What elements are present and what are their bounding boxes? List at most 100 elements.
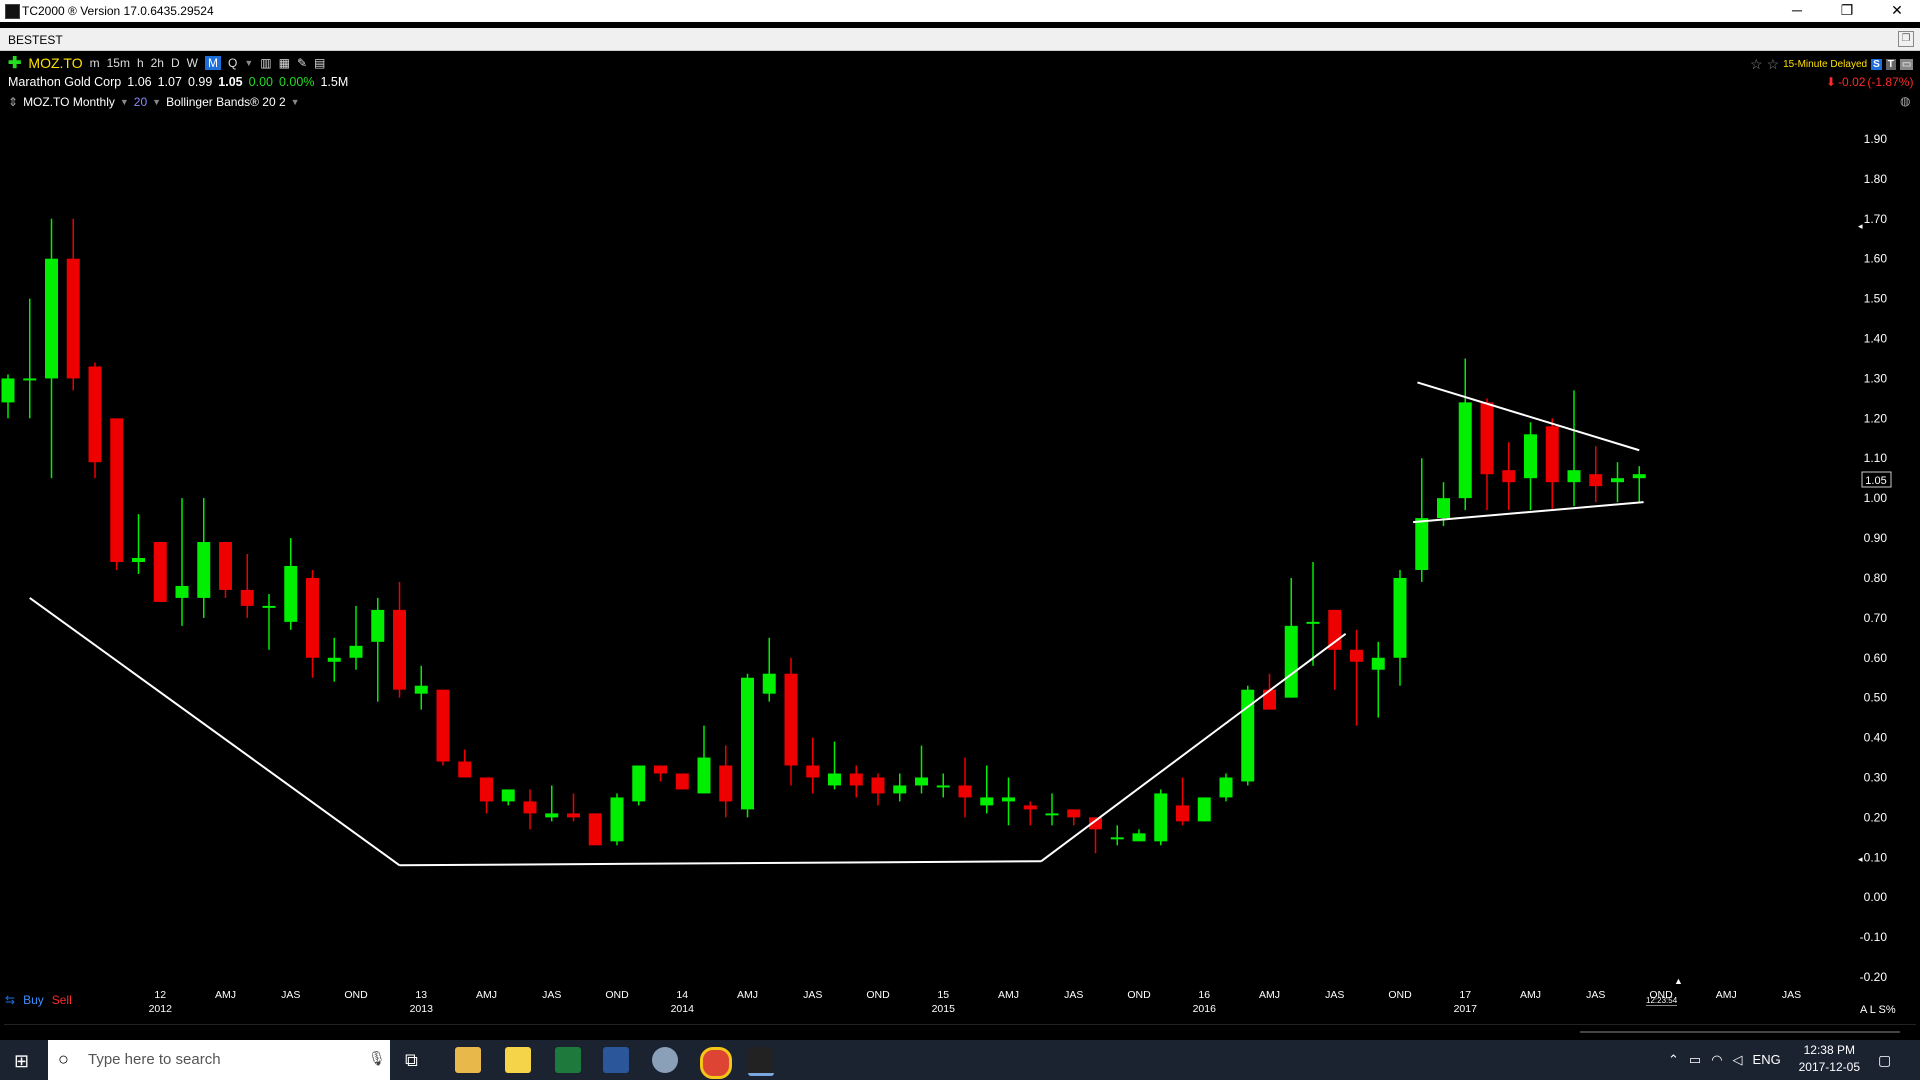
candle-body[interactable] [197,542,211,598]
scroll-up-icon[interactable]: ▲ [1674,976,1683,986]
candle-body[interactable] [1002,797,1015,802]
candle-body[interactable] [849,773,863,786]
candle-body[interactable] [1263,689,1276,710]
candle-body[interactable] [23,378,37,381]
scroll-thumb[interactable] [1580,1031,1900,1033]
candle-body[interactable] [458,761,472,778]
candle-body[interactable] [1371,657,1385,670]
candle-body[interactable] [1502,470,1516,483]
candle-body[interactable] [1589,474,1603,487]
candle-body[interactable] [893,785,907,794]
candle-body[interactable] [1306,621,1320,624]
candle-body[interactable] [697,757,711,794]
candle-body[interactable] [980,797,994,806]
excel-icon[interactable] [555,1047,581,1073]
candle-body[interactable] [1480,402,1494,475]
candle-body[interactable] [719,765,733,802]
taskbar-search[interactable]: ○ Type here to search 🎙 [48,1040,390,1080]
tc2000-taskbar-icon[interactable] [748,1047,774,1076]
candle-body[interactable] [240,589,254,606]
candle-body[interactable] [501,789,515,802]
candle-body[interactable] [1197,797,1211,822]
candle-body[interactable] [1458,402,1472,499]
trade-icon[interactable]: ⇆ [5,993,15,1007]
candle-body[interactable] [393,609,406,690]
candle-body[interactable] [1,378,15,403]
sell-button[interactable]: Sell [52,993,72,1007]
candle-body[interactable] [1350,649,1363,662]
candle-body[interactable] [1067,809,1081,818]
candle-body[interactable] [436,689,450,762]
clock[interactable]: 12:38 PM 2017-12-05 [1799,1043,1860,1074]
candle-body[interactable] [828,773,841,786]
candle-body[interactable] [327,657,341,662]
candle-body[interactable] [632,765,646,802]
candle-body[interactable] [610,797,624,842]
candle-body[interactable] [1154,793,1168,842]
candle-body[interactable] [523,801,537,814]
microphone-icon[interactable]: 🎙 [368,1050,386,1067]
candle-body[interactable] [1567,470,1581,483]
candle-body[interactable] [88,366,102,463]
task-view-icon[interactable]: ⧉ [405,1050,418,1071]
candle-body[interactable] [762,673,776,694]
candle-body[interactable] [284,565,298,622]
candle-body[interactable] [262,605,276,608]
candle-body[interactable] [936,785,950,788]
candle-body[interactable] [654,765,667,774]
candle-body[interactable] [45,258,58,379]
buy-button[interactable]: Buy [23,993,44,1007]
candle-body[interactable] [741,677,754,810]
trendline[interactable] [1040,633,1347,863]
candle-body[interactable] [1132,833,1146,842]
word-icon[interactable] [603,1047,629,1073]
candle-body[interactable] [871,777,885,794]
candle-body[interactable] [567,813,580,818]
candle-body[interactable] [958,785,972,798]
notifications-icon[interactable]: ▢ [1878,1052,1891,1069]
candle-body[interactable] [1045,813,1059,816]
candle-body[interactable] [132,558,145,562]
paint-icon[interactable] [652,1047,678,1073]
candle-body[interactable] [480,777,493,802]
language-indicator[interactable]: ENG [1753,1052,1781,1068]
candle-body[interactable] [1393,577,1407,658]
candle-body[interactable] [349,645,363,658]
candle-body[interactable] [1176,805,1189,822]
candle-body[interactable] [175,585,189,598]
candle-body[interactable] [306,577,319,658]
file-explorer-icon[interactable] [455,1047,481,1073]
candle-body[interactable] [414,685,428,694]
candle-body[interactable] [675,773,689,790]
chrome-icon[interactable] [700,1047,732,1079]
volume-icon[interactable]: ◁ [1733,1052,1743,1068]
windows-start-icon[interactable]: ⊞ [14,1051,29,1072]
candle-body[interactable] [1284,625,1298,698]
candle-body[interactable] [1524,434,1537,479]
candle-body[interactable] [371,609,385,642]
candle-body[interactable] [806,765,820,778]
price-chart[interactable]: 1.90 1.80 1.70 1.60 1.50 1.40 1.30 1.20 1.10 1.00… [0,0,1920,1040]
wifi-icon[interactable]: ◠ [1711,1052,1722,1068]
candle-body[interactable] [219,542,232,590]
candle-body[interactable] [588,813,602,846]
candle-body[interactable] [1023,805,1037,810]
candle-body[interactable] [1328,609,1342,650]
candle-body[interactable] [1219,777,1233,798]
candle-body[interactable] [545,813,559,818]
candle-body[interactable] [1545,426,1559,483]
candle-body[interactable] [66,258,80,379]
trendline[interactable] [399,860,1042,867]
candle-body[interactable] [784,673,798,766]
candle-body[interactable] [1632,474,1646,479]
scale-options[interactable]: A L S% [1860,1004,1896,1016]
battery-icon[interactable]: ▭ [1689,1052,1701,1068]
trendline[interactable] [29,597,401,867]
candle-body[interactable] [153,542,167,602]
candle-body[interactable] [1611,478,1624,483]
tray-up-icon[interactable]: ⌃ [1668,1052,1679,1068]
candle-body[interactable] [110,418,124,562]
candle-body[interactable] [1415,518,1429,570]
sticky-notes-icon[interactable] [505,1047,531,1073]
zoom-bar[interactable] [4,1024,1916,1035]
